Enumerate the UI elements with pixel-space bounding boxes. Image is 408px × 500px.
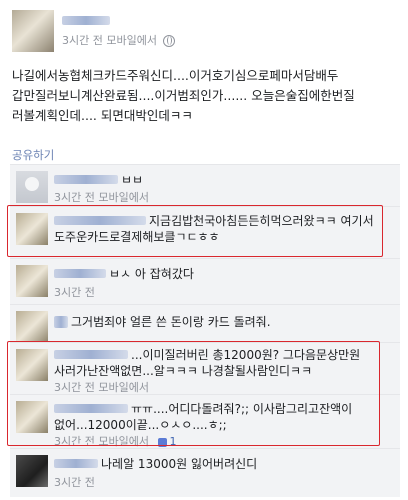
- commenter-name-blurred[interactable]: [54, 315, 68, 328]
- comment-meta: 3시간 전 모바일에서 1: [54, 433, 176, 449]
- comment-body: ㅂㅂ: [121, 173, 144, 187]
- comment-meta[interactable]: 3시간 전 모바일에서: [54, 189, 149, 205]
- post-text-line: 갑만질러보니계산완료됨....이거범죄인가...... 오늘은술집에한번질: [12, 88, 355, 103]
- comment-text-line2: 사러가난잔액없면...알ㅋㅋㅋ 나경찰될사람인디ㅋㅋ: [54, 364, 313, 378]
- commenter-name-blurred[interactable]: [54, 459, 98, 468]
- comment: 그거범죄야 얼른 쓴 돈이랑 카드 돌려줘.: [10, 304, 400, 343]
- comment-text: 나레알 13000원 잃어버려신디: [54, 456, 257, 472]
- post-body: 나길에서농협체크카드주워신디....이거호기심으로페마서담배두 갑만질러보니계산…: [12, 66, 402, 126]
- post-text-line: 나길에서농협체크카드주워신디....이거호기심으로페마서담배두: [12, 68, 339, 83]
- comment: ㅂㅂ 3시간 전 모바일에서: [10, 164, 400, 207]
- comment: 나레알 13000원 잃어버려신디 3시간 전: [10, 448, 400, 497]
- comment-body: ㅠㅠ....어디다돌려줘?;; 이사람그리고잔액이: [131, 402, 353, 416]
- post-timestamp[interactable]: 3시간 전 모바일에서: [62, 34, 157, 47]
- share-link[interactable]: 공유하기: [12, 147, 54, 163]
- commenter-name-blurred[interactable]: [54, 216, 146, 225]
- comment-body: 그거범죄야 얼른 쓴 돈이랑 카드 돌려줘.: [71, 315, 271, 329]
- avatar[interactable]: [16, 171, 48, 203]
- commenter-name-blurred[interactable]: [54, 350, 128, 359]
- comment-meta[interactable]: 3시간 전 모바일에서: [54, 379, 149, 395]
- avatar[interactable]: [16, 213, 48, 245]
- comment: 지금김밥천국아침든든히먹으러왔ㅋㅋ 여기서 도주운카드로결제해보클ㄱㄷㅎㅎ: [10, 206, 400, 259]
- author-name-blurred[interactable]: [62, 16, 110, 25]
- comment: ㅠㅠ....어디다돌려줘?;; 이사람그리고잔액이 없어...12000이끝..…: [10, 394, 400, 449]
- comment-body: 지금김밥천국아침든든히먹으러왔ㅋㅋ 여기서: [149, 214, 374, 228]
- avatar[interactable]: [16, 349, 48, 381]
- comment: ...이미질러버린 총12000원? 그다음문상만원 사러가난잔액없면...알ㅋ…: [10, 342, 400, 395]
- avatar[interactable]: [16, 265, 48, 297]
- thumbs-up-icon[interactable]: [158, 437, 168, 447]
- avatar[interactable]: [16, 401, 48, 433]
- comment-body: 나레알 13000원 잃어버려신디: [101, 457, 258, 471]
- comment-text: ㅂㅂ: [54, 172, 143, 188]
- comment-body: ...이미질러버린 총12000원? 그다음문상만원: [131, 348, 361, 362]
- comment-body: ㅂㅅ 아 잡혀갔다: [109, 267, 194, 281]
- comment-meta[interactable]: 3시간 전: [54, 284, 95, 300]
- post-header: 3시간 전 모바일에서: [12, 10, 402, 56]
- comment-text-line2: 없어...12000이끝...ㅇㅅㅇ....ㅎ;;: [54, 418, 227, 432]
- commenter-name-blurred[interactable]: [54, 404, 128, 413]
- like-count[interactable]: 1: [169, 435, 176, 448]
- comment-text: ㅂㅅ 아 잡혀갔다: [54, 266, 194, 282]
- comment-text: ...이미질러버린 총12000원? 그다음문상만원: [54, 347, 360, 363]
- post-meta: 3시간 전 모바일에서: [62, 32, 176, 48]
- globe-icon: [163, 35, 176, 47]
- comment-text: ㅠㅠ....어디다돌려줘?;; 이사람그리고잔액이: [54, 401, 352, 417]
- avatar[interactable]: [16, 311, 48, 343]
- comment-text-line2: 도주운카드로결제해보클ㄱㄷㅎㅎ: [54, 230, 220, 244]
- post-text-line: 러볼계획인데.... 되면대박인데ㅋㅋ: [12, 108, 193, 123]
- comment-meta[interactable]: 3시간 전: [54, 474, 95, 490]
- avatar[interactable]: [16, 455, 48, 487]
- comment-text: 지금김밥천국아침든든히먹으러왔ㅋㅋ 여기서: [54, 213, 374, 229]
- comment-timestamp[interactable]: 3시간 전 모바일에서: [54, 435, 149, 448]
- comment: ㅂㅅ 아 잡혀갔다 3시간 전: [10, 258, 400, 305]
- commenter-name-blurred[interactable]: [54, 175, 118, 184]
- commenter-name-blurred[interactable]: [54, 269, 106, 278]
- avatar[interactable]: [12, 10, 54, 52]
- comment-text: 그거범죄야 얼른 쓴 돈이랑 카드 돌려줘.: [54, 314, 271, 330]
